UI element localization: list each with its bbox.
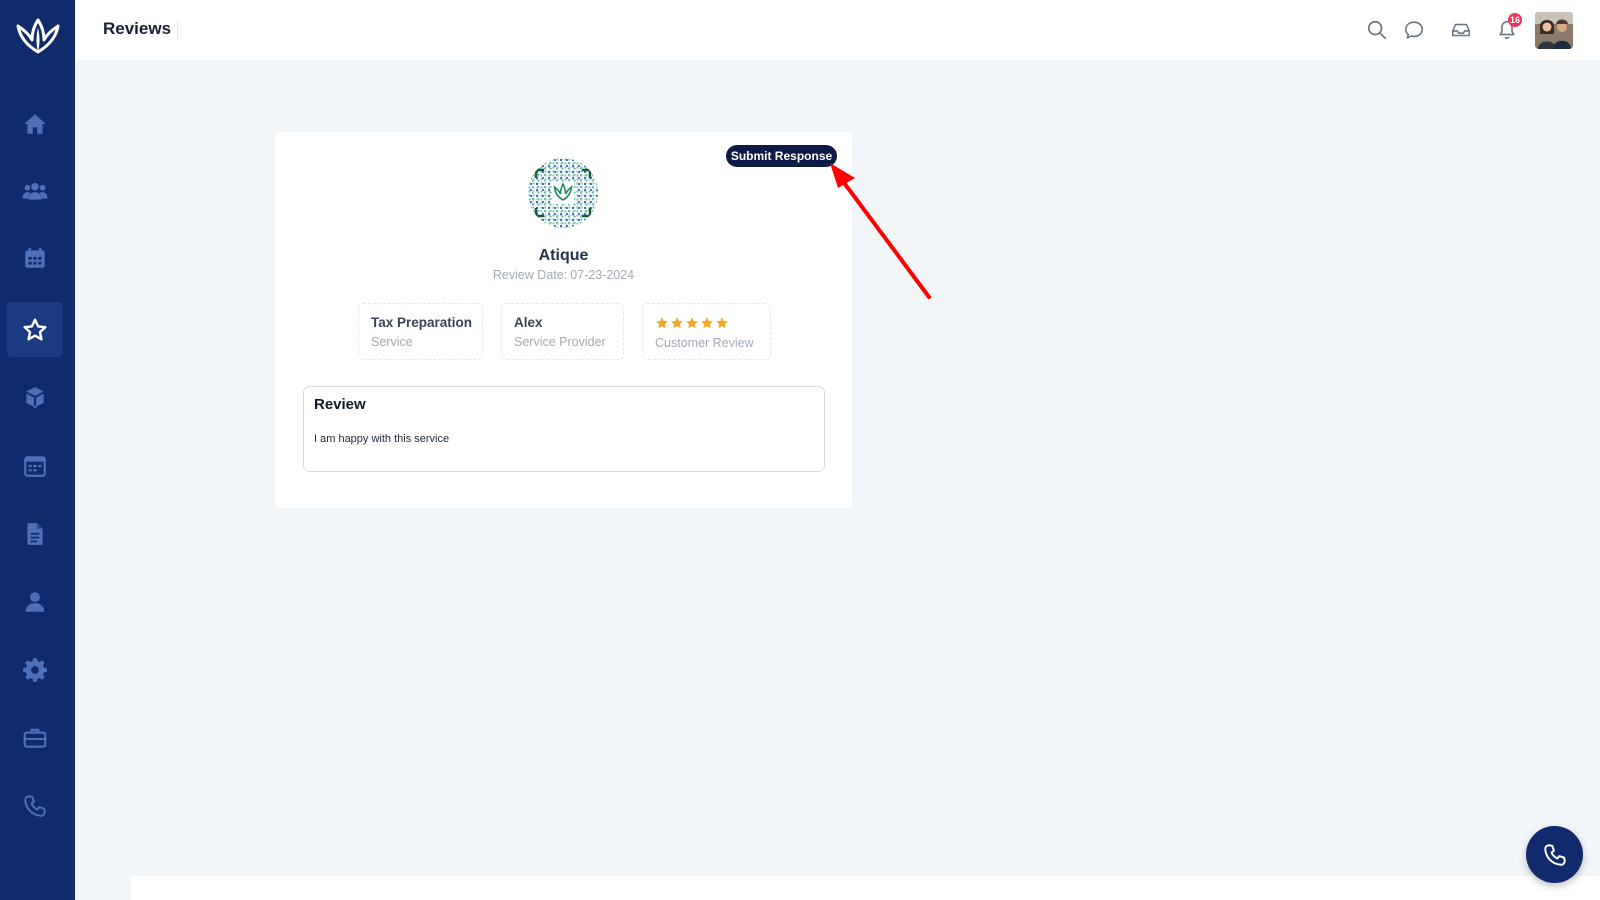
gear-icon [23,657,47,682]
rating-label: Customer Review [655,336,754,350]
provider-value: Alex [514,315,543,330]
star-icon [671,317,683,329]
search-button[interactable] [1365,18,1389,42]
search-icon [1367,20,1387,40]
review-date: Review Date: 07-23-2024 [275,268,852,282]
sidebar [0,0,75,900]
sidebar-item-calendar[interactable] [7,230,63,285]
review-heading: Review [314,396,366,413]
sidebar-item-schedule[interactable] [7,438,63,493]
sidebar-item-calls[interactable] [7,778,63,833]
phone-icon [24,794,46,817]
sidebar-item-settings[interactable] [7,642,63,697]
page-title: Reviews [103,19,172,38]
inbox-icon [1451,23,1471,37]
star-icon [716,317,728,329]
reviewer-qr-logo [528,158,598,228]
chat-bubble-icon [1404,21,1424,39]
provider-info-box: Alex Service Provider [501,303,624,360]
service-info-box: Tax Preparation Service [358,303,483,360]
phone-icon [1543,843,1566,866]
rating-info-box: Customer Review [642,303,771,360]
provider-label: Service Provider [514,335,606,349]
sidebar-item-services[interactable] [7,710,63,765]
sidebar-item-documents[interactable] [7,506,63,561]
home-icon [24,113,46,134]
inbox-button[interactable] [1449,18,1473,42]
service-label: Service [371,335,413,349]
notification-count-badge: 16 [1508,13,1522,27]
brand-logo[interactable] [14,16,62,58]
review-date-label: Review Date: [492,268,568,282]
reviewer-name: Atique [538,247,589,264]
review-text: I am happy with this service [314,433,450,445]
star-icon [686,317,698,329]
footer-strip [131,876,1600,900]
call-fab-button[interactable] [1526,826,1583,883]
user-avatar[interactable] [1535,12,1573,49]
users-icon [22,182,48,200]
calendar-icon [25,247,45,268]
sidebar-item-profile[interactable] [7,574,63,629]
review-content-box: Review I am happy with this service [303,386,825,472]
review-card: Submit Response Atique Review Date: 07-2… [275,132,852,508]
star-icon [701,317,713,329]
star-rating [655,315,758,331]
chat-button[interactable] [1402,18,1426,42]
briefcase-icon [23,728,47,748]
sidebar-item-packages[interactable] [7,370,63,425]
service-value: Tax Preparation [371,315,473,330]
submit-response-button[interactable]: Submit Response [726,145,837,167]
document-icon [27,522,43,545]
review-date-value: 07-23-2024 [570,268,635,282]
user-icon [25,591,45,612]
sidebar-item-home[interactable] [7,96,63,151]
schedule-icon [24,455,46,477]
star-icon [23,318,47,341]
title-divider [177,20,178,40]
star-icon [656,317,668,329]
sidebar-item-reviews[interactable] [7,302,63,357]
box-icon [26,386,44,409]
sidebar-item-clients[interactable] [7,163,63,218]
